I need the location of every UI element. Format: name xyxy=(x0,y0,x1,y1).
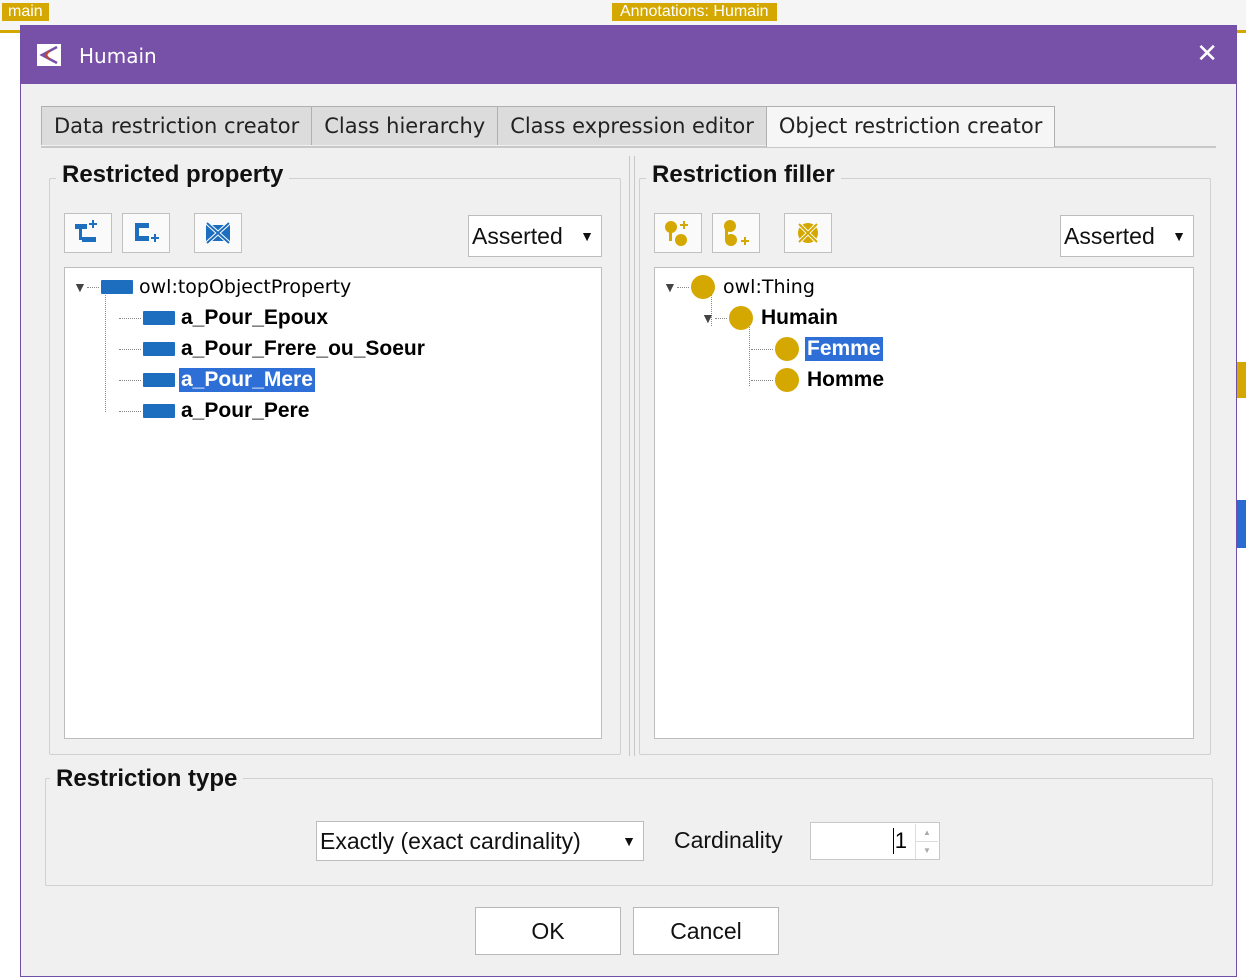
tree-label: a_Pour_Pere xyxy=(181,399,310,422)
restriction-type-title: Restriction type xyxy=(50,765,244,793)
tree-label: owl:topObjectProperty xyxy=(139,276,352,298)
add-sibling-property-icon xyxy=(135,223,159,242)
tree-row-a-pour-frere-ou-soeur[interactable]: a_Pour_Frere_ou_Soeur xyxy=(119,334,427,364)
restricted-property-title: Restricted property xyxy=(56,161,290,189)
class-view-select-value: Asserted xyxy=(1064,223,1155,249)
class-view-select[interactable]: Asserted ▼ xyxy=(1060,215,1194,257)
tree-branch-line xyxy=(119,410,141,412)
tree-label-selected: Femme xyxy=(805,337,883,361)
property-tree: ▼ owl:topObjectProperty a_Pour_Epoux a_P… xyxy=(64,267,602,739)
class-icon xyxy=(729,306,753,330)
tree-branch-line xyxy=(119,379,141,381)
add-sub-property-icon xyxy=(75,220,97,242)
restriction-filler-group: Restriction filler Asserted ▼ ▼ owl:Thin… xyxy=(639,161,1211,755)
expand-icon[interactable]: ▼ xyxy=(701,310,715,326)
restriction-type-value: Exactly (exact cardinality) xyxy=(320,828,581,854)
tree-branch-line xyxy=(751,348,773,350)
tree-row-a-pour-mere[interactable]: a_Pour_Mere xyxy=(119,365,315,395)
tree-row-owl-thing[interactable]: ▼ owl:Thing xyxy=(663,272,817,302)
protege-app-icon xyxy=(37,44,61,66)
add-subclass-icon xyxy=(665,221,688,246)
tree-row-root[interactable]: ▼ owl:topObjectProperty xyxy=(73,272,353,302)
close-button[interactable]: ✕ xyxy=(1196,38,1218,69)
background-side-bar xyxy=(1237,362,1246,398)
class-icon xyxy=(691,275,715,299)
background-side-selection xyxy=(1237,500,1246,548)
tree-row-femme[interactable]: Femme xyxy=(751,334,883,364)
add-subclass-button[interactable] xyxy=(654,213,702,253)
background-title-fragment: main xyxy=(2,3,49,21)
delete-property-icon xyxy=(205,221,231,245)
add-sibling-class-icon xyxy=(724,220,749,246)
object-property-icon xyxy=(143,342,175,356)
restriction-type-group: Restriction type Exactly (exact cardinal… xyxy=(45,765,1213,886)
chevron-down-icon: ▼ xyxy=(1172,228,1186,244)
tree-branch-line xyxy=(119,317,141,319)
cancel-button[interactable]: Cancel xyxy=(633,907,779,955)
tree-row-a-pour-epoux[interactable]: a_Pour_Epoux xyxy=(119,303,330,333)
spinner-down-icon[interactable]: ▼ xyxy=(915,841,938,859)
delete-class-button[interactable] xyxy=(784,213,832,253)
tab-bar: Data restriction creator Class hierarchy… xyxy=(41,106,1056,147)
class-icon xyxy=(775,368,799,392)
tab-data-restriction-creator[interactable]: Data restriction creator xyxy=(41,106,313,145)
class-tree: ▼ owl:Thing ▼ Humain Femme Homme xyxy=(654,267,1194,739)
cardinality-label: Cardinality xyxy=(674,827,783,853)
add-sibling-class-button[interactable] xyxy=(712,213,760,253)
ok-button[interactable]: OK xyxy=(475,907,621,955)
tree-branch-line xyxy=(119,348,141,350)
tree-label: Humain xyxy=(761,306,839,329)
tree-branch-line xyxy=(715,317,727,319)
spinner-up-icon[interactable]: ▲ xyxy=(915,824,938,841)
tree-branch-line xyxy=(751,379,773,381)
property-view-select-value: Asserted xyxy=(472,223,563,249)
restricted-property-group: Restricted property Asserted ▼ ▼ owl:top… xyxy=(49,161,621,755)
add-sibling-property-button[interactable] xyxy=(122,213,170,253)
tree-connector xyxy=(105,292,106,412)
add-sub-property-button[interactable] xyxy=(64,213,112,253)
class-icon xyxy=(775,337,799,361)
tab-class-expression-editor[interactable]: Class expression editor xyxy=(497,106,767,145)
property-view-select[interactable]: Asserted ▼ xyxy=(468,215,602,257)
restriction-type-select[interactable]: Exactly (exact cardinality) ▼ xyxy=(316,821,644,861)
cardinality-spinner[interactable]: 1 ▲ ▼ xyxy=(810,822,940,860)
chevron-down-icon: ▼ xyxy=(622,833,636,849)
tree-branch-line xyxy=(677,286,689,288)
tree-label: a_Pour_Epoux xyxy=(181,306,329,329)
expand-icon[interactable]: ▼ xyxy=(663,279,677,295)
dialog-titlebar: Humain ✕ xyxy=(21,26,1236,84)
object-property-icon xyxy=(101,280,133,294)
tree-label: Homme xyxy=(807,368,885,391)
tab-object-restriction-creator[interactable]: Object restriction creator xyxy=(765,106,1056,147)
expand-icon[interactable]: ▼ xyxy=(73,279,87,295)
object-property-icon xyxy=(143,311,175,325)
tree-label: a_Pour_Frere_ou_Soeur xyxy=(181,337,425,360)
background-annotations-fragment: Annotations: Humain xyxy=(612,3,777,21)
delete-property-button[interactable] xyxy=(194,213,242,253)
tree-row-humain[interactable]: ▼ Humain xyxy=(701,303,840,333)
tree-row-homme[interactable]: Homme xyxy=(751,365,886,395)
tree-branch-line xyxy=(87,286,99,288)
tree-row-a-pour-pere[interactable]: a_Pour_Pere xyxy=(119,396,311,426)
humain-dialog: Humain ✕ Data restriction creator Class … xyxy=(20,25,1237,977)
object-property-icon xyxy=(143,373,175,387)
tree-label: owl:Thing xyxy=(723,276,815,298)
chevron-down-icon: ▼ xyxy=(580,228,594,244)
panel-splitter[interactable] xyxy=(629,156,635,756)
restriction-filler-title: Restriction filler xyxy=(646,161,841,189)
tree-connector xyxy=(749,324,750,386)
cardinality-input[interactable]: 1 xyxy=(892,828,907,854)
dialog-title: Humain xyxy=(79,44,157,68)
delete-class-icon xyxy=(797,222,819,244)
tree-label-selected: a_Pour_Mere xyxy=(179,368,315,392)
object-property-icon xyxy=(143,404,175,418)
tab-class-hierarchy[interactable]: Class hierarchy xyxy=(311,106,499,145)
